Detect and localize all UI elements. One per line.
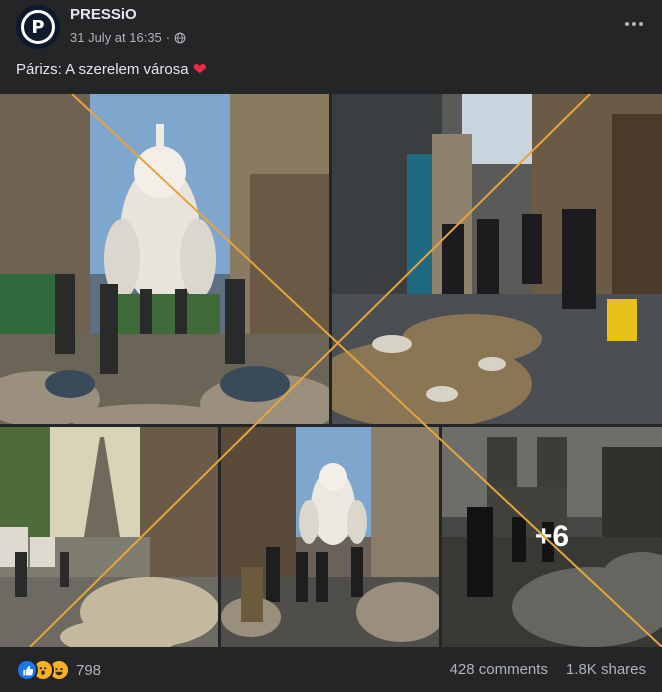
page-name-link[interactable]: PRESSiO xyxy=(70,6,137,23)
post-caption: Párizs: A szerelem városa ❤ xyxy=(16,61,207,78)
shares-count-link[interactable]: 1.8K shares xyxy=(566,661,646,678)
avatar-logo: P xyxy=(21,10,55,44)
dot-icon xyxy=(639,22,643,26)
more-options-button[interactable] xyxy=(622,14,646,34)
comments-count-link[interactable]: 428 comments xyxy=(450,661,548,678)
post-footer: 798 428 comments 1.8K shares xyxy=(0,650,662,692)
post-meta: 31 July at 16:35 · xyxy=(70,30,186,45)
photo-1-montmartre-street[interactable] xyxy=(0,94,329,424)
meta-separator: · xyxy=(165,30,171,45)
more-photos-overlay[interactable]: +6 xyxy=(442,427,662,647)
like-reaction-icon xyxy=(16,659,38,681)
heart-emoji-icon: ❤ xyxy=(192,60,207,79)
reactions-summary[interactable]: 798 xyxy=(16,659,101,681)
engagement-stats: 428 comments 1.8K shares xyxy=(450,661,646,678)
globe-icon xyxy=(174,32,186,43)
reaction-count: 798 xyxy=(76,661,102,679)
photo-image xyxy=(0,94,329,424)
photo-5-notre-dame[interactable]: +6 xyxy=(442,427,662,647)
photo-image xyxy=(221,427,439,647)
dot-icon xyxy=(632,22,636,26)
facebook-post: P PRESSiO 31 July at 16:35 · Párizs: A s… xyxy=(0,0,662,692)
caption-text: Párizs: A szerelem városa xyxy=(16,61,189,78)
photo-image xyxy=(332,94,662,424)
post-timestamp[interactable]: 31 July at 16:35 xyxy=(70,30,162,45)
more-photos-count: +6 xyxy=(534,520,570,553)
photo-2-garbage-street[interactable] xyxy=(332,94,662,424)
page-avatar[interactable]: P xyxy=(16,5,60,49)
photo-3-eiffel-tower[interactable] xyxy=(0,427,218,647)
photo-gallery: +6 xyxy=(0,94,662,647)
photo-4-sacre-coeur-street[interactable] xyxy=(221,427,439,647)
dot-icon xyxy=(625,22,629,26)
photo-image xyxy=(0,427,218,647)
